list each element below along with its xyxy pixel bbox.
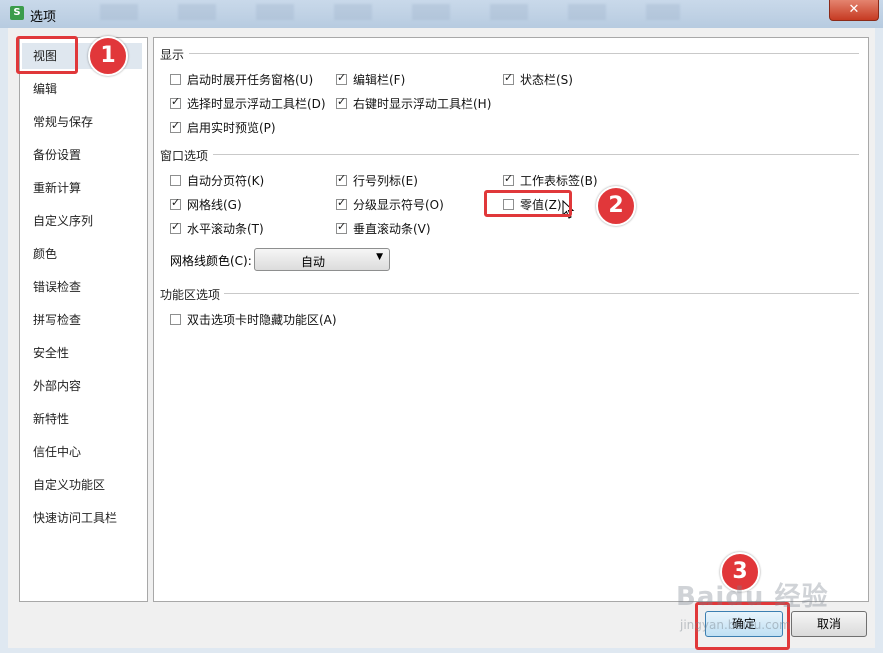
section-title-window-options: 窗口选项 — [160, 149, 209, 163]
option-vertical-scrollbar[interactable]: 垂直滚动条(V) — [336, 219, 431, 237]
option-label: 双击选项卡时隐藏功能区(A) — [187, 312, 337, 327]
section-divider — [224, 293, 859, 294]
section-divider — [213, 154, 859, 155]
checkbox[interactable] — [336, 172, 347, 186]
sidebar-item-new-features[interactable]: 新特性 — [22, 406, 142, 432]
sidebar-item-color[interactable]: 颜色 — [22, 241, 142, 267]
title-bar: S 选项 ✕ — [0, 0, 883, 28]
gridline-color-label: 网格线颜色(C): — [170, 254, 252, 268]
option-float-toolbar-on-right-click[interactable]: 右键时显示浮动工具栏(H) — [336, 94, 491, 112]
section-divider — [189, 53, 859, 54]
sidebar-item-external-content[interactable]: 外部内容 — [22, 373, 142, 399]
option-label: 选择时显示浮动工具栏(D) — [187, 96, 326, 111]
category-sidebar: 视图 编辑 常规与保存 备份设置 重新计算 自定义序列 颜色 错误检查 拼写检查… — [19, 37, 148, 602]
option-row-col-headers[interactable]: 行号列标(E) — [336, 171, 418, 189]
gridline-color-value: 自动 — [301, 255, 326, 269]
option-sheet-tabs[interactable]: 工作表标签(B) — [503, 171, 598, 189]
sidebar-item-quick-access-toolbar[interactable]: 快速访问工具栏 — [22, 505, 142, 531]
option-status-bar[interactable]: 状态栏(S) — [503, 70, 573, 88]
sidebar-item-recalculate[interactable]: 重新计算 — [22, 175, 142, 201]
checkbox[interactable] — [170, 73, 181, 85]
section-title-display: 显示 — [160, 48, 185, 62]
option-horizontal-scrollbar[interactable]: 水平滚动条(T) — [170, 219, 264, 237]
window-title: 选项 — [30, 10, 57, 25]
checkbox[interactable] — [503, 71, 514, 85]
close-button[interactable]: ✕ — [829, 0, 879, 21]
checkbox[interactable] — [503, 172, 514, 186]
option-label: 垂直滚动条(V) — [353, 221, 431, 236]
checkbox[interactable] — [170, 174, 181, 186]
option-expand-task-pane[interactable]: 启动时展开任务窗格(U) — [170, 70, 313, 88]
sidebar-item-general-save[interactable]: 常规与保存 — [22, 109, 142, 135]
checkbox[interactable] — [336, 220, 347, 234]
annotation-step-badge: 1 — [88, 36, 128, 76]
option-label: 水平滚动条(T) — [187, 221, 264, 236]
sidebar-item-error-check[interactable]: 错误检查 — [22, 274, 142, 300]
annotation-step-badge: 2 — [596, 186, 636, 226]
sidebar-item-security[interactable]: 安全性 — [22, 340, 142, 366]
section-title-ribbon-options: 功能区选项 — [160, 288, 221, 302]
option-label: 启用实时预览(P) — [187, 120, 276, 135]
option-label: 自动分页符(K) — [187, 173, 265, 188]
sidebar-item-trust-center[interactable]: 信任中心 — [22, 439, 142, 465]
checkbox[interactable] — [336, 196, 347, 210]
watermark: Baidu 经验 — [676, 582, 829, 612]
checkbox[interactable] — [336, 95, 347, 109]
checkbox[interactable] — [170, 196, 181, 210]
option-float-toolbar-on-select[interactable]: 选择时显示浮动工具栏(D) — [170, 94, 326, 112]
option-label: 工作表标签(B) — [520, 173, 598, 188]
sidebar-item-spell-check[interactable]: 拼写检查 — [22, 307, 142, 333]
option-formula-bar[interactable]: 编辑栏(F) — [336, 70, 405, 88]
checkbox[interactable] — [170, 313, 181, 325]
watermark-url: jingyan.baidu.com — [680, 618, 791, 632]
checkbox[interactable] — [170, 220, 181, 234]
app-icon: S — [10, 6, 24, 20]
option-label: 编辑栏(F) — [353, 72, 406, 87]
chevron-down-icon: ▼ — [376, 252, 383, 262]
option-label: 网格线(G) — [187, 197, 242, 212]
checkbox[interactable] — [170, 119, 181, 133]
option-auto-page-break[interactable]: 自动分页符(K) — [170, 171, 264, 189]
checkbox[interactable] — [336, 71, 347, 85]
cancel-button[interactable]: 取消 — [791, 611, 867, 637]
option-label: 状态栏(S) — [520, 72, 573, 87]
annotation-highlight-box — [16, 36, 78, 74]
sidebar-item-custom-list[interactable]: 自定义序列 — [22, 208, 142, 234]
annotation-highlight-box — [484, 190, 572, 217]
option-hide-ribbon-on-double-click[interactable]: 双击选项卡时隐藏功能区(A) — [170, 310, 337, 328]
option-label: 行号列标(E) — [353, 173, 418, 188]
option-label: 右键时显示浮动工具栏(H) — [353, 96, 492, 111]
sidebar-item-customize-ribbon[interactable]: 自定义功能区 — [22, 472, 142, 498]
gridline-color-dropdown[interactable]: 自动 ▼ — [254, 248, 390, 271]
option-label: 启动时展开任务窗格(U) — [187, 72, 314, 87]
sidebar-item-edit[interactable]: 编辑 — [22, 76, 142, 102]
option-live-preview[interactable]: 启用实时预览(P) — [170, 118, 276, 136]
sidebar-item-backup[interactable]: 备份设置 — [22, 142, 142, 168]
checkbox[interactable] — [170, 95, 181, 109]
background-ribbon-ghost — [60, 4, 680, 20]
option-outline-symbols[interactable]: 分级显示符号(O) — [336, 195, 444, 213]
option-gridlines[interactable]: 网格线(G) — [170, 195, 242, 213]
option-label: 分级显示符号(O) — [353, 197, 444, 212]
